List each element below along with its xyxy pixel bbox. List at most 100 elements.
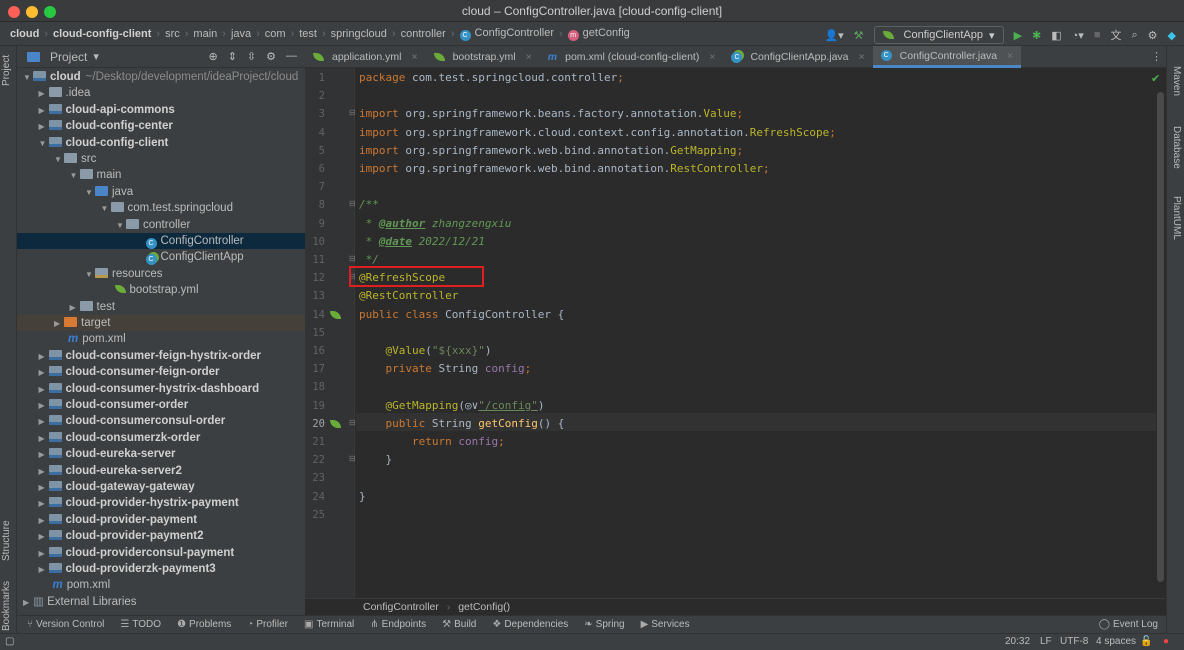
layout-icon[interactable]: ▢ — [5, 636, 14, 647]
tree-item[interactable]: ▼ cloud-config-client — [17, 135, 305, 151]
chevron-right-icon[interactable]: ▶ — [39, 414, 49, 430]
collapse-all-icon[interactable]: ⇳ — [247, 50, 256, 63]
chevron-right-icon[interactable]: ▶ — [39, 382, 49, 398]
chevron-right-icon[interactable]: ▶ — [39, 529, 49, 545]
tree-item[interactable]: ▼ main — [17, 167, 305, 183]
chevron-down-icon[interactable]: ▼ — [116, 218, 126, 234]
minimize-window-button[interactable] — [26, 6, 38, 18]
tool-todo[interactable]: ☰ TODO — [120, 619, 161, 630]
tree-item[interactable]: ▶ cloud-providerzk-payment3 — [17, 561, 305, 577]
breadcrumb-item[interactable]: springcloud — [331, 28, 387, 40]
tree-item[interactable]: ▼ controller — [17, 217, 305, 233]
fold-icon[interactable]: ⊟ — [349, 418, 356, 427]
maximize-window-button[interactable] — [44, 6, 56, 18]
chevron-right-icon[interactable]: ▶ — [39, 513, 49, 529]
code-line[interactable]: private String config; — [359, 360, 531, 378]
breadcrumb-item[interactable]: m getConfig — [567, 27, 630, 41]
code-line[interactable]: import org.springframework.web.bind.anno… — [359, 142, 743, 160]
fold-icon[interactable]: ⊟ — [349, 254, 356, 263]
editor-tab[interactable]: application.yml × — [305, 46, 426, 68]
chevron-down-icon[interactable]: ▼ — [39, 136, 49, 152]
chevron-right-icon[interactable]: ▶ — [39, 562, 49, 578]
tree-item[interactable]: ▶ cloud-api-commons — [17, 102, 305, 118]
tree-item[interactable]: ▶ cloud-consumerconsul-order — [17, 413, 305, 429]
breadcrumb-item[interactable]: C ConfigController — [459, 27, 554, 41]
chevron-down-icon[interactable]: ▼ — [23, 70, 33, 86]
chevron-right-icon[interactable]: ▶ — [39, 546, 49, 562]
close-icon[interactable]: × — [526, 51, 532, 63]
chevron-right-icon[interactable]: ▶ — [54, 316, 64, 332]
code-line[interactable]: * @date 2022/12/21 — [359, 233, 485, 251]
lock-icon[interactable]: 🔓 — [1140, 636, 1152, 647]
locate-icon[interactable]: ⊕ — [208, 50, 217, 63]
stop-icon[interactable]: ■ — [1094, 29, 1101, 41]
tool-services[interactable]: ▶ Services — [641, 619, 690, 630]
fold-icon[interactable]: ⊟ — [349, 199, 356, 208]
more-tabs-icon[interactable]: ⋮ — [1151, 50, 1162, 63]
chevron-right-icon[interactable]: ▶ — [39, 447, 49, 463]
tree-item[interactable]: ▼ resources — [17, 266, 305, 282]
tree-item[interactable]: ▶ cloud-consumer-hystrix-dashboard — [17, 381, 305, 397]
code-line[interactable]: package com.test.springcloud.controller; — [359, 69, 624, 87]
chevron-down-icon[interactable]: ▼ — [85, 185, 95, 201]
breadcrumb-item[interactable]: com — [265, 28, 286, 40]
plugin-logo-icon[interactable]: ◆ — [1168, 29, 1176, 42]
tree-item[interactable]: ▶ cloud-provider-payment — [17, 512, 305, 528]
chevron-down-icon[interactable]: ▼ — [54, 152, 64, 168]
editor-tab[interactable]: bootstrap.yml × — [426, 46, 540, 68]
editor-scrollbar[interactable] — [1157, 92, 1164, 582]
profile-icon[interactable]: ◔▾ — [1072, 29, 1084, 42]
chevron-down-icon[interactable]: ▼ — [101, 201, 111, 217]
spring-bean-gutter-icon[interactable] — [330, 419, 341, 428]
line-separator[interactable]: LF — [1040, 636, 1052, 647]
close-icon[interactable]: × — [709, 51, 715, 63]
spring-bean-gutter-icon[interactable] — [330, 310, 341, 319]
tree-item[interactable]: ▶ cloud-consumerzk-order — [17, 430, 305, 446]
code-line[interactable]: @Value("${xxx}") — [359, 342, 491, 360]
tool-spring[interactable]: ❧ Spring — [584, 619, 624, 630]
tree-item[interactable]: ▶ cloud-eureka-server2 — [17, 463, 305, 479]
fold-icon[interactable]: ⊟ — [349, 108, 356, 117]
chevron-down-icon[interactable]: ▾ — [93, 50, 99, 63]
gear-icon[interactable]: ⚙ — [1148, 29, 1158, 42]
coverage-icon[interactable]: ◧ — [1051, 29, 1061, 42]
gear-icon[interactable]: ⚙ — [266, 50, 276, 63]
breadcrumb-item[interactable]: test — [299, 28, 317, 40]
bookmarks-tool-tab[interactable]: Bookmarks — [1, 581, 12, 631]
indent-setting[interactable]: 4 spaces — [1096, 636, 1136, 647]
breadcrumb-item[interactable]: controller — [401, 28, 446, 40]
breadcrumb-method[interactable]: getConfig() — [458, 601, 510, 613]
code-line[interactable]: } — [359, 451, 392, 469]
build-hammer-icon[interactable]: ⚒ — [854, 29, 864, 42]
maven-tool-tab[interactable]: Maven — [1171, 66, 1182, 96]
tree-item[interactable]: ▶ cloud-gateway-gateway — [17, 479, 305, 495]
translate-icon[interactable]: 文 — [1110, 27, 1121, 43]
tool-version-control[interactable]: ⑂ Version Control — [27, 619, 104, 630]
tree-item[interactable]: ▼ cloud ~/Desktop/development/ideaProject/… — [17, 69, 305, 85]
file-encoding[interactable]: UTF-8 — [1060, 636, 1088, 647]
tree-item[interactable]: m pom.xml — [17, 331, 305, 347]
tree-item[interactable]: ▶ ▥ External Libraries — [17, 594, 305, 610]
tree-item[interactable]: bootstrap.yml — [17, 282, 305, 298]
tree-item[interactable]: ▼ com.test.springcloud — [17, 200, 305, 216]
breadcrumb-item[interactable]: main — [193, 28, 217, 40]
structure-tool-tab[interactable]: Structure — [1, 520, 12, 561]
chevron-right-icon[interactable]: ▶ — [39, 480, 49, 496]
tree-item[interactable]: ▶ cloud-consumer-order — [17, 397, 305, 413]
code-line[interactable]: import org.springframework.beans.factory… — [359, 105, 743, 123]
editor-tab[interactable]: C ConfigClientApp.java × — [723, 46, 872, 68]
close-icon[interactable]: × — [859, 51, 865, 63]
tree-item[interactable]: ▼ java — [17, 184, 305, 200]
tree-item[interactable]: ▶ cloud-eureka-server — [17, 446, 305, 462]
breadcrumb-class[interactable]: ConfigController — [363, 601, 439, 613]
tree-item[interactable]: m pom.xml — [17, 577, 305, 593]
database-tool-tab[interactable]: Database — [1171, 126, 1182, 169]
tree-item[interactable]: ▶ cloud-config-center — [17, 118, 305, 134]
hide-icon[interactable]: — — [286, 50, 297, 63]
breadcrumb-item[interactable]: java — [231, 28, 251, 40]
tree-item[interactable]: C ConfigController — [17, 233, 305, 250]
tree-item[interactable]: ▶ cloud-provider-payment2 — [17, 528, 305, 544]
tool-terminal[interactable]: ▣ Terminal — [304, 619, 354, 630]
code-line[interactable]: @RestController — [359, 287, 458, 305]
tool-problems[interactable]: ❶ Problems — [177, 619, 231, 630]
